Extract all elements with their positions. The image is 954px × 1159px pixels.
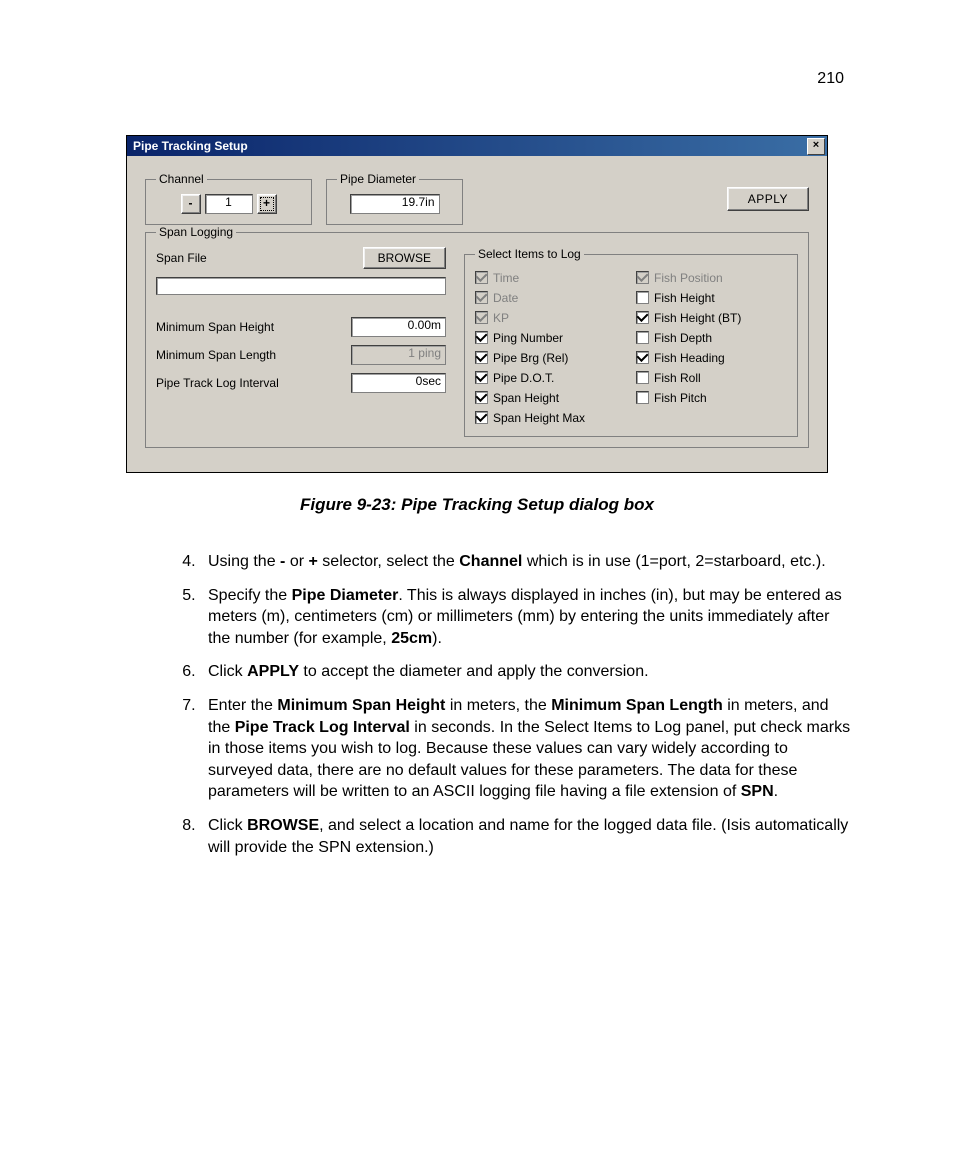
checkbox-label: Fish Roll (654, 371, 701, 385)
checkbox-label: Fish Height (BT) (654, 311, 741, 325)
pipe-diameter-input[interactable]: 19.7in (350, 194, 440, 214)
checkbox[interactable] (636, 291, 649, 304)
select-items-col2: Fish Position Fish Height Fish Height (BT)… (636, 269, 787, 426)
span-file-label: Span File (156, 251, 355, 265)
checkbox[interactable] (475, 351, 488, 364)
step-4: Using the - or + selector, select the Ch… (200, 551, 854, 573)
channel-value[interactable]: 1 (205, 194, 253, 214)
checkbox-label: Fish Position (654, 271, 723, 285)
titlebar: Pipe Tracking Setup × (127, 136, 827, 156)
checkbox-label: Fish Pitch (654, 391, 707, 405)
pipe-diameter-group: Pipe Diameter 19.7in (326, 172, 463, 225)
step-6: Click APPLY to accept the diameter and a… (200, 661, 854, 683)
checkbox-label: Date (493, 291, 518, 305)
instruction-list: Using the - or + selector, select the Ch… (100, 551, 854, 858)
checkbox-row: Ping Number (475, 329, 626, 346)
browse-button[interactable]: BROWSE (363, 247, 446, 269)
checkbox[interactable] (636, 311, 649, 324)
checkbox[interactable] (475, 331, 488, 344)
checkbox-row: Span Height (475, 389, 626, 406)
span-logging-legend: Span Logging (156, 225, 236, 239)
checkbox[interactable] (636, 351, 649, 364)
channel-minus-button[interactable]: - (181, 194, 201, 214)
close-button[interactable]: × (807, 138, 825, 155)
select-items-group: Select Items to Log Time Date KP Ping Numbe… (464, 247, 798, 437)
span-logging-group: Span Logging Span File BROWSE Minimum Sp… (145, 225, 809, 448)
checkbox (475, 271, 488, 284)
channel-group: Channel - 1 + (145, 172, 312, 225)
checkbox-label: Fish Height (654, 291, 715, 305)
checkbox (636, 271, 649, 284)
min-span-height-input[interactable]: 0.00m (351, 317, 446, 337)
checkbox-row: Pipe D.O.T. (475, 369, 626, 386)
log-interval-input[interactable]: 0sec (351, 373, 446, 393)
checkbox-label: Pipe Brg (Rel) (493, 351, 568, 365)
checkbox-row: Fish Height (BT) (636, 309, 787, 326)
checkbox (475, 291, 488, 304)
min-span-length-label: Minimum Span Length (156, 348, 341, 362)
figure-caption: Figure 9-23: Pipe Tracking Setup dialog … (100, 495, 854, 515)
checkbox-row: Date (475, 289, 626, 306)
span-file-input[interactable] (156, 277, 446, 295)
checkbox-label: Span Height (493, 391, 559, 405)
dialog-window: Pipe Tracking Setup × Channel - 1 + Pipe… (126, 135, 828, 473)
checkbox-row: Pipe Brg (Rel) (475, 349, 626, 366)
checkbox[interactable] (636, 371, 649, 384)
step-5: Specify the Pipe Diameter. This is alway… (200, 585, 854, 650)
checkbox-row: Fish Roll (636, 369, 787, 386)
step-7: Enter the Minimum Span Height in meters,… (200, 695, 854, 803)
checkbox-row: Fish Depth (636, 329, 787, 346)
apply-button[interactable]: APPLY (727, 187, 809, 211)
checkbox-label: Span Height Max (493, 411, 585, 425)
checkbox[interactable] (475, 411, 488, 424)
checkbox-row: KP (475, 309, 626, 326)
log-interval-label: Pipe Track Log Interval (156, 376, 341, 390)
checkbox[interactable] (636, 331, 649, 344)
min-span-length-input[interactable]: 1 ping (351, 345, 446, 365)
checkbox-label: Fish Depth (654, 331, 712, 345)
checkbox-row: Fish Height (636, 289, 787, 306)
page-number: 210 (817, 70, 844, 88)
checkbox-label: Pipe D.O.T. (493, 371, 554, 385)
checkbox-label: Ping Number (493, 331, 563, 345)
checkbox-label: KP (493, 311, 509, 325)
channel-legend: Channel (156, 172, 207, 186)
checkbox-label: Fish Heading (654, 351, 725, 365)
checkbox-row: Fish Pitch (636, 389, 787, 406)
channel-plus-button[interactable]: + (257, 194, 277, 214)
checkbox-row: Fish Position (636, 269, 787, 286)
pipe-diameter-legend: Pipe Diameter (337, 172, 419, 186)
checkbox[interactable] (475, 391, 488, 404)
checkbox-row: Span Height Max (475, 409, 626, 426)
checkbox (475, 311, 488, 324)
checkbox-row: Time (475, 269, 626, 286)
checkbox-row: Fish Heading (636, 349, 787, 366)
checkbox[interactable] (475, 371, 488, 384)
select-items-legend: Select Items to Log (475, 247, 584, 261)
checkbox-label: Time (493, 271, 519, 285)
titlebar-text: Pipe Tracking Setup (133, 136, 248, 156)
step-8: Click BROWSE, and select a location and … (200, 815, 854, 858)
min-span-height-label: Minimum Span Height (156, 320, 341, 334)
checkbox[interactable] (636, 391, 649, 404)
select-items-col1: Time Date KP Ping Number Pipe Brg (Rel) Pipe … (475, 269, 626, 426)
